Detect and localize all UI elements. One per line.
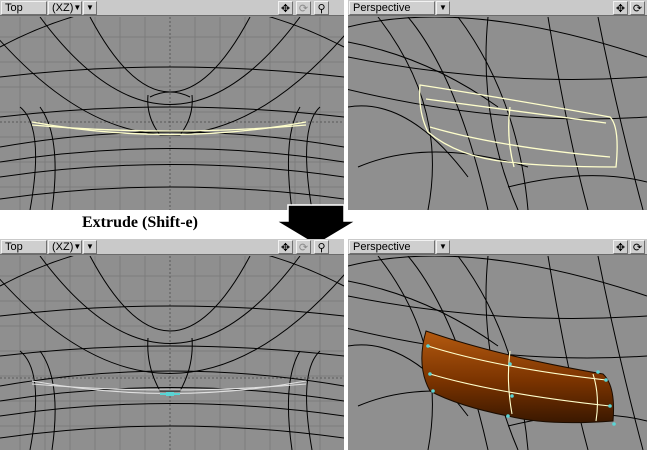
operation-caption: Extrude (Shift-e)	[82, 214, 198, 231]
view-type-label: Perspective	[353, 240, 411, 253]
viewport-titlebar: Perspective ▼	[348, 0, 647, 16]
viewport-menu-button[interactable]: ▼	[436, 239, 450, 254]
viewport-menu-button[interactable]: ▼	[83, 0, 97, 15]
zoom-icon[interactable]: ⚲	[314, 240, 329, 254]
move-icon[interactable]: ✥	[278, 240, 293, 254]
chevron-down-icon: ▼	[86, 242, 94, 251]
viewport-titlebar: Perspective ▼	[348, 239, 647, 255]
viewport-menu-button[interactable]: ▼	[83, 239, 97, 254]
view-type-label: Top	[5, 1, 23, 14]
top-view-wireframe	[0, 256, 344, 450]
chevron-down-icon: ▼	[73, 242, 82, 251]
chevron-down-icon: ▼	[439, 242, 447, 251]
move-icon[interactable]: ✥	[613, 1, 628, 15]
rotate-icon[interactable]: ⟳	[296, 1, 311, 15]
viewport-bottom-left[interactable]: Top (XZ) ▼ ▼ ✥ ⟳ ⚲	[0, 239, 344, 450]
view-type-dropdown[interactable]: Top	[1, 0, 47, 15]
axis-label: (XZ)	[52, 240, 74, 253]
perspective-view-wireframe	[348, 17, 647, 210]
axis-dropdown[interactable]: (XZ) ▼	[48, 0, 82, 15]
axis-dropdown[interactable]: (XZ) ▼	[48, 239, 82, 254]
move-icon[interactable]: ✥	[278, 1, 293, 15]
view-type-dropdown[interactable]: Perspective	[349, 0, 435, 15]
rotate-icon[interactable]: ⟳	[630, 240, 645, 254]
axis-label: (XZ)	[52, 1, 74, 14]
viewport-menu-button[interactable]: ▼	[436, 0, 450, 15]
viewport-top-left[interactable]: Top (XZ) ▼ ▼ ✥ ⟳ ⚲	[0, 0, 344, 210]
viewport-top-right[interactable]: Perspective ▼ ✥ ⟳	[348, 0, 647, 210]
rotate-icon[interactable]: ⟳	[296, 240, 311, 254]
top-view-wireframe	[0, 17, 344, 210]
chevron-down-icon: ▼	[86, 3, 94, 12]
view-type-label: Perspective	[353, 1, 411, 14]
move-icon[interactable]: ✥	[613, 240, 628, 254]
view-type-label: Top	[5, 240, 23, 253]
viewport-bottom-right[interactable]: Perspective ▼ ✥ ⟳	[348, 239, 647, 450]
perspective-view-extruded-mesh	[348, 256, 647, 450]
view-type-dropdown[interactable]: Top	[1, 239, 47, 254]
rotate-icon[interactable]: ⟳	[630, 1, 645, 15]
chevron-down-icon: ▼	[73, 3, 82, 12]
view-type-dropdown[interactable]: Perspective	[349, 239, 435, 254]
chevron-down-icon: ▼	[439, 3, 447, 12]
zoom-icon[interactable]: ⚲	[314, 1, 329, 15]
